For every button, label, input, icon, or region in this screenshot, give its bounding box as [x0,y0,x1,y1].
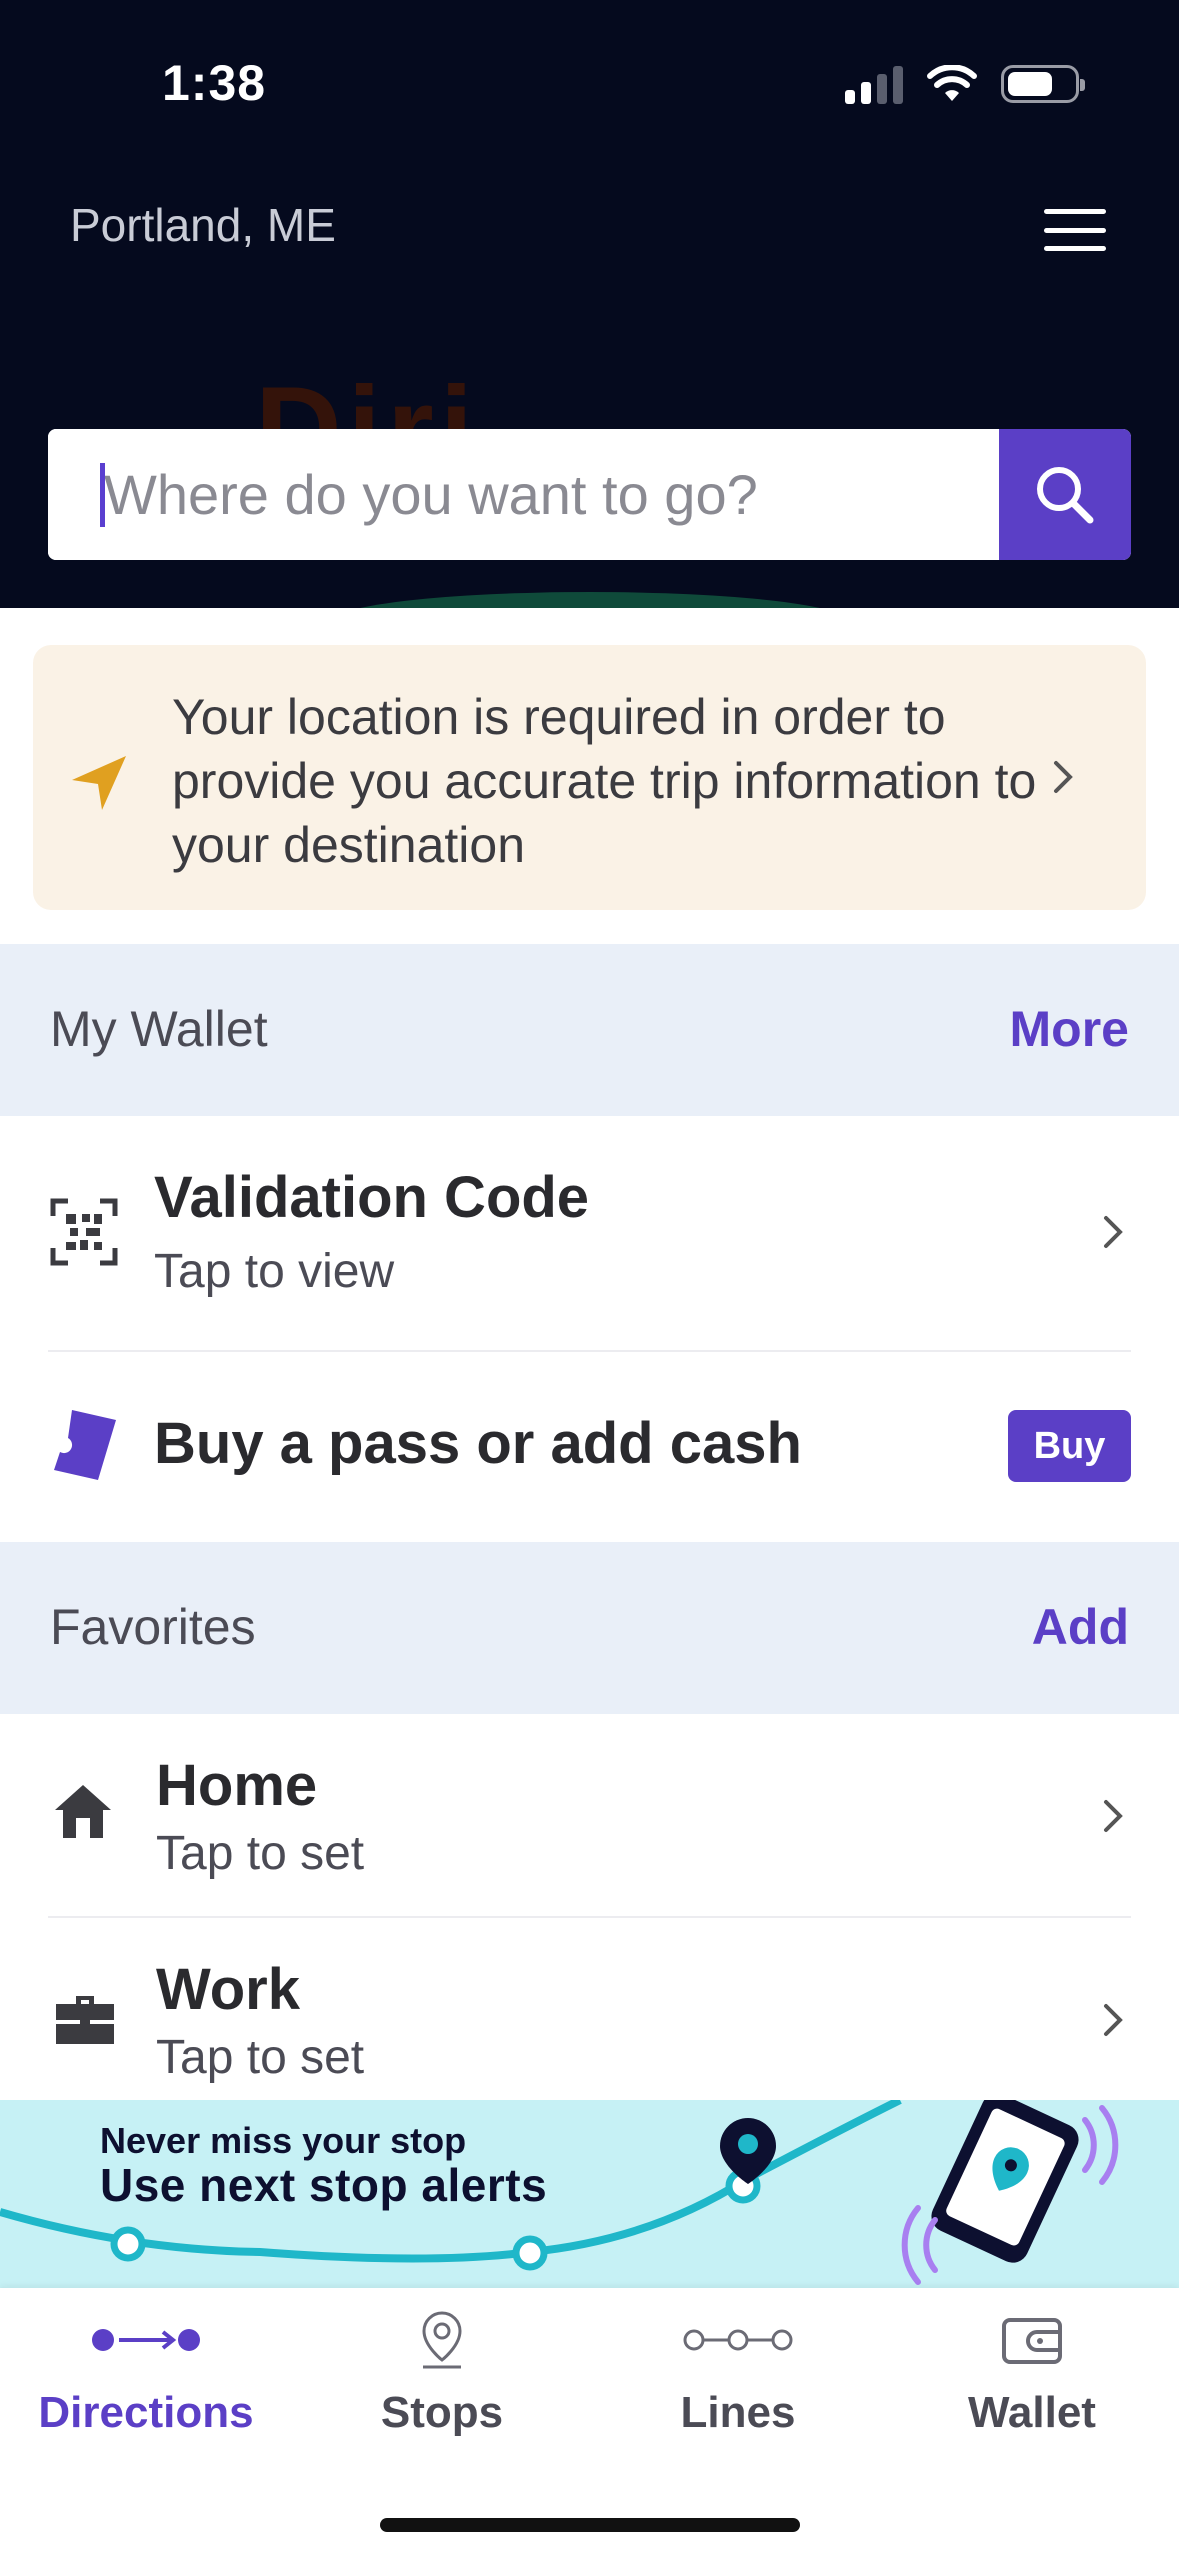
banner-subtitle: Never miss your stop [100,2120,467,2161]
qr-code-icon [50,1198,118,1266]
favorites-add-link[interactable]: Add [1032,1598,1129,1656]
validation-code-title: Validation Code [154,1165,590,1230]
briefcase-icon [56,1996,114,2044]
tab-directions-label: Directions [38,2388,254,2437]
wallet-section-title: My Wallet [50,1001,268,1057]
status-bar: 1:38 [0,0,1179,150]
search-button[interactable] [999,429,1131,560]
tab-lines-label: Lines [680,2388,796,2437]
search-bar [48,429,1131,560]
tab-wallet[interactable]: Wallet [892,2300,1172,2460]
wallet-icon [1002,2318,1062,2364]
tab-lines[interactable]: Lines [598,2300,878,2460]
battery-icon [1001,65,1085,103]
validation-code-subtitle: Tap to view [154,1245,395,1298]
wallet-more-link[interactable]: More [1010,1000,1129,1058]
chevron-right-icon [1104,1216,1123,1248]
buy-pass-title: Buy a pass or add cash [154,1411,802,1476]
tab-stops[interactable]: Stops [302,2300,582,2460]
location-arrow-icon [72,756,126,810]
chevron-right-icon [1104,1800,1123,1832]
favorite-home-title: Home [156,1753,318,1818]
tab-stops-label: Stops [380,2388,504,2437]
location-alert-text: Your location is required in order to pr… [172,689,1037,873]
wifi-icon [927,65,977,101]
status-time: 1:38 [162,55,267,111]
header-background-shape [330,592,850,608]
search-icon [1037,466,1094,523]
favorites-section-title: Favorites [50,1599,256,1655]
ticket-icon [54,1410,116,1480]
validation-code-row[interactable] [0,1116,1179,1350]
tab-directions[interactable]: Directions [6,2300,286,2460]
directions-icon [92,2329,200,2351]
destination-search-input[interactable] [48,429,999,560]
chevron-right-icon [1054,761,1073,793]
home-icon [55,1785,111,1838]
home-indicator [380,2518,800,2532]
favorite-work-subtitle: Tap to set [156,2031,365,2084]
route-lines-icon [683,2329,793,2351]
favorite-work-title: Work [156,1957,300,2022]
tab-wallet-label: Wallet [968,2388,1096,2437]
buy-button[interactable]: Buy [1008,1410,1131,1482]
hamburger-menu-button[interactable] [1040,205,1110,255]
text-caret [100,463,105,527]
chevron-right-icon [1104,2004,1123,2036]
app-header: 1:38 Portland, ME Diri [0,0,1179,608]
map-pin-icon [422,2311,462,2369]
city-label: Portland, ME [70,199,336,251]
favorite-home-subtitle: Tap to set [156,1827,365,1880]
banner-title: Use next stop alerts [100,2159,548,2211]
status-icons [845,62,1085,106]
cellular-signal-icon [845,64,903,104]
